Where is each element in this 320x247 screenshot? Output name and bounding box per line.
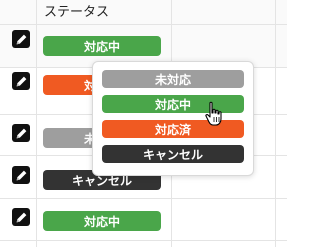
pencil-icon — [16, 128, 26, 138]
pencil-icon — [16, 212, 26, 222]
status-option-unhandled[interactable]: 未対応 — [102, 70, 244, 88]
pencil-icon — [16, 34, 26, 44]
column-divider — [275, 0, 276, 247]
pencil-icon — [16, 170, 26, 180]
edit-button[interactable] — [12, 208, 30, 226]
status-badge[interactable]: 対応中 — [43, 36, 161, 56]
row-divider — [0, 240, 287, 241]
edit-button[interactable] — [12, 124, 30, 142]
status-column-header: ステータス — [44, 5, 110, 20]
column-divider — [36, 0, 37, 247]
row-divider — [0, 198, 287, 199]
row-divider — [0, 24, 287, 25]
edit-button[interactable] — [12, 166, 30, 184]
edit-button[interactable] — [12, 30, 30, 48]
pencil-icon — [16, 76, 26, 86]
hand-pointer-icon — [205, 101, 222, 126]
edit-button[interactable] — [12, 72, 30, 90]
status-option-cancel[interactable]: キャンセル — [102, 145, 244, 163]
status-badge[interactable]: 対応中 — [43, 211, 161, 231]
status-dropdown-menu: 未対応 対応中 対応済 キャンセル — [92, 61, 254, 176]
